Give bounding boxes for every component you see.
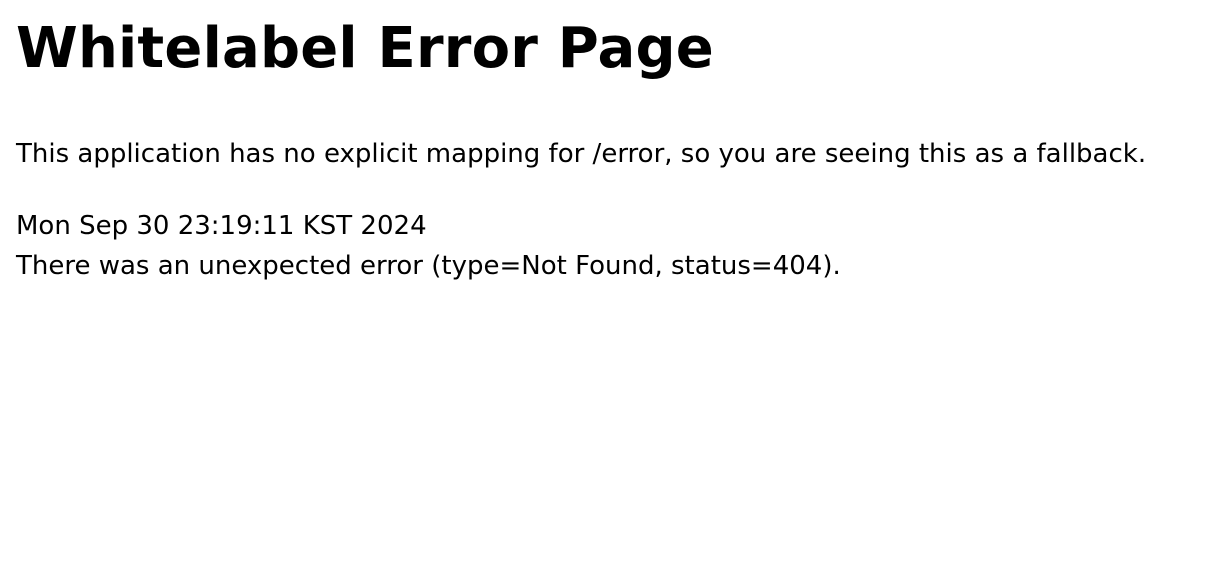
page-title: Whitelabel Error Page <box>16 16 714 81</box>
error-description: This application has no explicit mapping… <box>16 139 1147 169</box>
error-message: There was an unexpected error (type=Not … <box>16 251 841 281</box>
error-details: Mon Sep 30 23:19:11 KST 2024 There was a… <box>16 206 841 286</box>
error-timestamp: Mon Sep 30 23:19:11 KST 2024 <box>16 211 427 241</box>
error-page: Whitelabel Error Page This application h… <box>0 0 1212 572</box>
